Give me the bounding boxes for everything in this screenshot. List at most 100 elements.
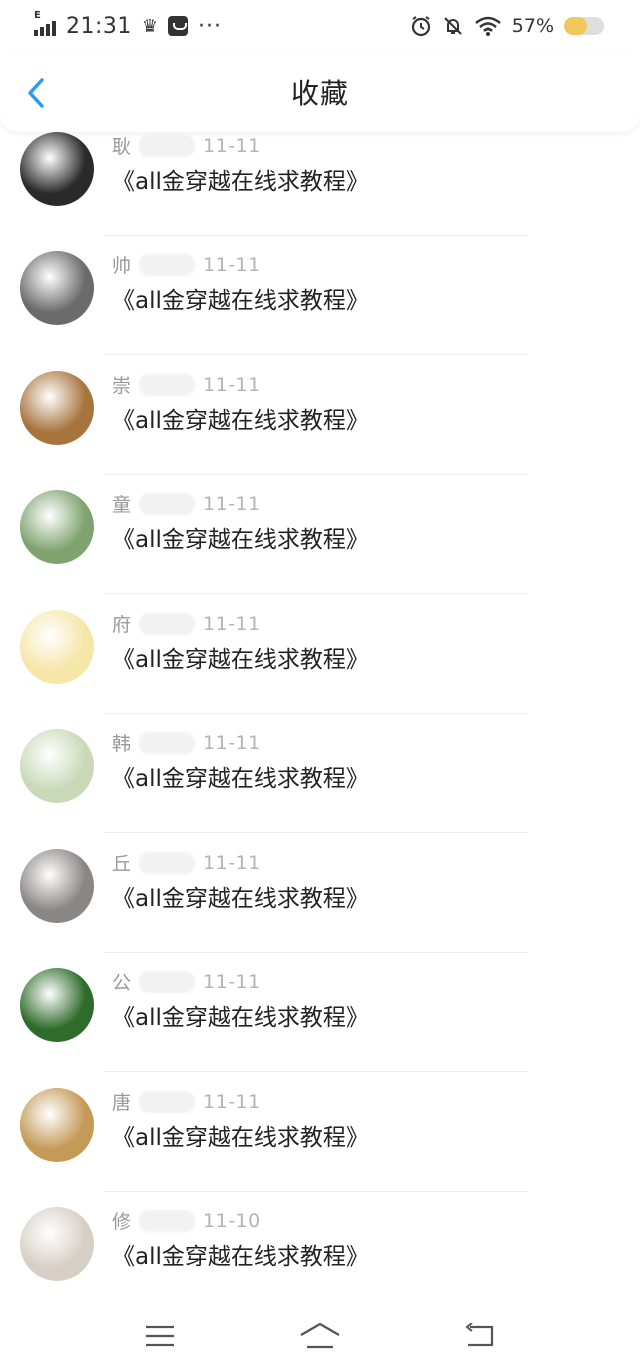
redacted-name xyxy=(139,851,196,874)
favorites-screen: E 21:31 ♛ ··· 57% 收藏 耿 11-11 《all金穿越在线求教… xyxy=(0,0,640,1372)
back-nav-button[interactable] xyxy=(455,1316,505,1356)
redacted-name xyxy=(139,1090,196,1113)
list-item[interactable]: 崇 11-11 《all金穿越在线求教程》 xyxy=(0,357,640,476)
user-name: 韩 xyxy=(112,733,132,755)
list-item[interactable]: 修 11-10 《all金穿越在线求教程》 xyxy=(0,1193,640,1300)
list-item[interactable]: 童 11-11 《all金穿越在线求教程》 xyxy=(0,476,640,595)
user-name: 丘 xyxy=(112,853,132,875)
post-title[interactable]: 《all金穿越在线求教程》 xyxy=(112,879,369,913)
user-name: 府 xyxy=(112,614,132,636)
status-right: 57% xyxy=(410,15,604,37)
list-item[interactable]: 丘 11-11 《all金穿越在线求教程》 xyxy=(0,835,640,954)
bell-off-icon xyxy=(444,17,462,35)
title-bar: 收藏 xyxy=(0,52,640,132)
network-type: E xyxy=(34,10,41,21)
divider xyxy=(104,952,528,953)
list-item[interactable]: 帅 11-11 《all金穿越在线求教程》 xyxy=(0,237,640,356)
redacted-name xyxy=(139,253,196,276)
post-date: 11-11 xyxy=(203,134,261,157)
list-item[interactable]: 公 11-11 《all金穿越在线求教程》 xyxy=(0,954,640,1073)
avatar[interactable] xyxy=(20,1207,94,1281)
user-name: 童 xyxy=(112,494,132,516)
post-title[interactable]: 《all金穿越在线求教程》 xyxy=(112,520,369,554)
favorites-list[interactable]: 耿 11-11 《all金穿越在线求教程》帅 11-11 《all金穿越在线求教程》崇 1… xyxy=(0,132,640,1300)
avatar[interactable] xyxy=(20,251,94,325)
message-box-icon xyxy=(168,16,189,36)
post-title[interactable]: 《all金穿越在线求教程》 xyxy=(112,1237,369,1271)
home-button[interactable] xyxy=(295,1316,345,1356)
post-meta: 耿 11-11 xyxy=(112,132,261,159)
list-item[interactable]: 府 11-11 《all金穿越在线求教程》 xyxy=(0,596,640,715)
post-date: 11-11 xyxy=(203,1090,261,1113)
user-name: 耿 xyxy=(112,136,132,158)
post-title[interactable]: 《all金穿越在线求教程》 xyxy=(112,998,369,1032)
crown-icon: ♛ xyxy=(141,15,159,37)
post-meta: 崇 11-11 xyxy=(112,371,261,398)
signal-icon: E xyxy=(34,10,56,36)
wifi-icon xyxy=(474,16,501,36)
system-nav-bar xyxy=(0,1300,640,1372)
user-name: 崇 xyxy=(112,375,132,397)
post-meta: 府 11-11 xyxy=(112,610,261,637)
post-meta: 童 11-11 xyxy=(112,490,261,517)
avatar[interactable] xyxy=(20,968,94,1042)
user-name: 修 xyxy=(112,1211,132,1233)
post-title[interactable]: 《all金穿越在线求教程》 xyxy=(112,1118,369,1152)
avatar[interactable] xyxy=(20,1088,94,1162)
post-title[interactable]: 《all金穿越在线求教程》 xyxy=(112,759,369,793)
divider xyxy=(104,1191,528,1192)
redacted-name xyxy=(139,970,196,993)
post-date: 11-11 xyxy=(203,851,261,874)
home-icon xyxy=(300,1322,340,1349)
post-date: 11-11 xyxy=(203,731,261,754)
status-left: E 21:31 ♛ ··· xyxy=(34,10,223,39)
divider xyxy=(104,832,528,833)
user-name: 帅 xyxy=(112,255,132,277)
back-icon xyxy=(465,1323,494,1347)
post-date: 11-11 xyxy=(203,253,261,276)
post-meta: 唐 11-11 xyxy=(112,1088,261,1115)
list-item[interactable]: 耿 11-11 《all金穿越在线求教程》 xyxy=(0,132,640,237)
redacted-name xyxy=(139,373,196,396)
redacted-name xyxy=(139,134,196,157)
post-meta: 帅 11-11 xyxy=(112,251,261,278)
clock: 21:31 xyxy=(66,13,132,39)
post-date: 11-11 xyxy=(203,373,261,396)
post-date: 11-11 xyxy=(203,612,261,635)
user-name: 唐 xyxy=(112,1092,132,1114)
avatar[interactable] xyxy=(20,490,94,564)
status-bar: E 21:31 ♛ ··· 57% xyxy=(0,0,640,52)
redacted-name xyxy=(139,731,196,754)
divider xyxy=(104,713,528,714)
divider xyxy=(104,354,528,355)
battery-icon xyxy=(564,17,604,35)
divider xyxy=(104,235,528,236)
chevron-left-icon xyxy=(28,78,44,108)
avatar[interactable] xyxy=(20,729,94,803)
battery-percent: 57% xyxy=(511,15,554,37)
list-item[interactable]: 韩 11-11 《all金穿越在线求教程》 xyxy=(0,715,640,834)
post-meta: 韩 11-11 xyxy=(112,729,261,756)
user-name: 公 xyxy=(112,972,132,994)
back-button[interactable] xyxy=(22,76,52,110)
post-date: 11-11 xyxy=(203,970,261,993)
list-item[interactable]: 唐 11-11 《all金穿越在线求教程》 xyxy=(0,1074,640,1193)
redacted-name xyxy=(139,492,196,515)
post-title[interactable]: 《all金穿越在线求教程》 xyxy=(112,401,369,435)
avatar[interactable] xyxy=(20,610,94,684)
more-notifications: ··· xyxy=(198,13,223,39)
redacted-name xyxy=(139,612,196,635)
post-date: 11-11 xyxy=(203,492,261,515)
divider xyxy=(104,474,528,475)
post-meta: 丘 11-11 xyxy=(112,849,261,876)
avatar[interactable] xyxy=(20,132,94,206)
post-title[interactable]: 《all金穿越在线求教程》 xyxy=(112,281,369,315)
post-date: 11-10 xyxy=(203,1209,261,1232)
alarm-icon xyxy=(411,16,430,37)
avatar[interactable] xyxy=(20,371,94,445)
divider xyxy=(104,1071,528,1072)
avatar[interactable] xyxy=(20,849,94,923)
post-title[interactable]: 《all金穿越在线求教程》 xyxy=(112,162,369,196)
menu-button[interactable] xyxy=(135,1316,185,1356)
post-title[interactable]: 《all金穿越在线求教程》 xyxy=(112,640,369,674)
